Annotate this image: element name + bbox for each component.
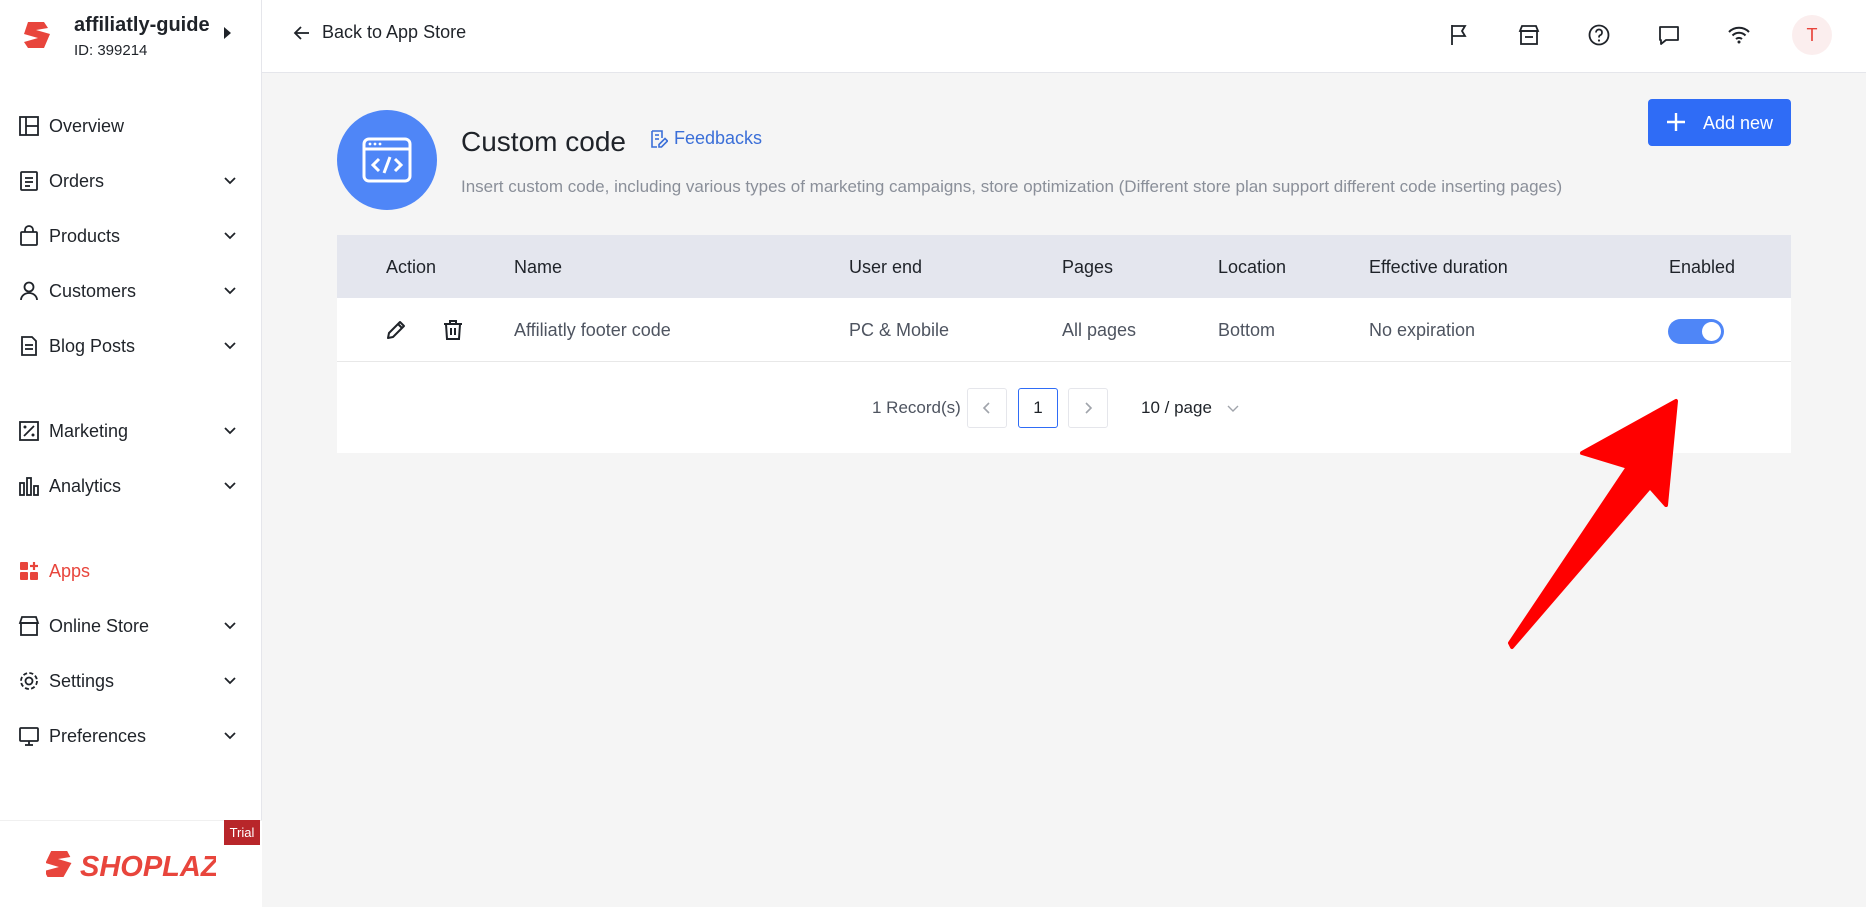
- plus-icon: [1667, 113, 1685, 131]
- page-title: Custom code: [461, 126, 626, 157]
- back-to-app-store-link[interactable]: Back to App Store: [292, 22, 466, 43]
- overview-icon: [19, 116, 39, 136]
- row-user-end: PC & Mobile: [849, 320, 950, 340]
- products-icon: [20, 225, 38, 246]
- sidebar-item-label: Products: [49, 225, 121, 246]
- chevron-down-icon: [224, 677, 236, 685]
- feedbacks-label: Feedbacks: [674, 128, 763, 148]
- brand-footer: SHOPLAZZA: [0, 820, 262, 907]
- sidebar-item-label: Blog Posts: [49, 335, 136, 356]
- sidebar-item-label: Customers: [49, 280, 137, 301]
- preferences-icon: [19, 727, 39, 746]
- chat-icon[interactable]: [1656, 22, 1682, 48]
- sidebar-item-label: Settings: [49, 670, 115, 691]
- column-header-user-end: User end: [849, 257, 923, 277]
- caret-right-icon[interactable]: [224, 27, 231, 39]
- column-header-pages: Pages: [1062, 257, 1114, 277]
- back-label: Back to App Store: [322, 22, 467, 42]
- sidebar-item-products[interactable]: Products: [0, 213, 262, 259]
- sidebar-item-overview[interactable]: Overview: [0, 103, 262, 149]
- row-location: Bottom: [1218, 320, 1276, 340]
- analytics-icon: [19, 477, 39, 496]
- brand-wordmark: SHOPLAZZA: [80, 851, 216, 883]
- settings-icon: [20, 672, 38, 690]
- chevron-down-icon: [224, 622, 236, 630]
- previous-page-button[interactable]: [967, 388, 1007, 428]
- sidebar-item-apps[interactable]: Apps: [0, 548, 262, 594]
- table-header: Action Name User end Pages Location Effe…: [337, 235, 1791, 298]
- toggle-knob: [1702, 322, 1721, 341]
- sidebar-item-settings[interactable]: Settings: [0, 658, 262, 704]
- store-name: affiliatly-guide: [74, 14, 210, 36]
- customers-icon: [20, 281, 38, 301]
- row-duration: No expiration: [1369, 320, 1476, 340]
- page-button-current[interactable]: 1: [1018, 388, 1058, 428]
- wifi-icon[interactable]: [1726, 22, 1752, 48]
- chevron-right-icon: [1085, 402, 1093, 414]
- add-new-label: Add new: [1703, 113, 1774, 133]
- chevron-down-icon: [224, 732, 236, 740]
- flag-icon[interactable]: [1446, 22, 1472, 48]
- orders-icon: [20, 171, 38, 191]
- sidebar-item-analytics[interactable]: Analytics: [0, 463, 262, 509]
- record-count: 1 Record(s): [872, 398, 961, 417]
- column-header-action: Action: [386, 257, 437, 277]
- chevron-left-icon: [982, 402, 990, 414]
- table-row: Affiliatly footer code PC & Mobile All p…: [337, 298, 1791, 362]
- edit-pencil-icon[interactable]: [384, 318, 408, 342]
- chevron-down-icon: [224, 342, 236, 350]
- column-header-name: Name: [514, 257, 563, 277]
- add-new-button[interactable]: Add new: [1648, 99, 1791, 146]
- sidebar-item-preferences[interactable]: Preferences: [0, 713, 262, 759]
- sidebar-item-label: Apps: [49, 560, 91, 581]
- chevron-down-icon: [224, 232, 236, 240]
- avatar[interactable]: T: [1792, 15, 1832, 55]
- trial-badge: Trial: [224, 820, 260, 845]
- chevron-down-icon: [224, 482, 236, 490]
- edit-document-icon: [651, 129, 668, 148]
- app-icon: [337, 110, 437, 210]
- next-page-button[interactable]: [1068, 388, 1108, 428]
- delete-trash-icon[interactable]: [441, 318, 465, 342]
- sidebar-item-label: Overview: [49, 115, 125, 136]
- apps-icon: [20, 562, 38, 580]
- sidebar-item-customers[interactable]: Customers: [0, 268, 262, 314]
- annotation-arrow: [1508, 399, 1678, 649]
- chevron-down-icon: [224, 177, 236, 185]
- store-id: ID: 399214: [74, 42, 148, 59]
- sidebar-item-label: Preferences: [49, 725, 147, 746]
- top-bar: Back to App Store T: [262, 0, 1866, 73]
- enabled-toggle[interactable]: [1668, 319, 1724, 344]
- code-window-icon: [362, 137, 412, 183]
- sidebar-item-online-store[interactable]: Online Store: [0, 603, 262, 649]
- row-pages: All pages: [1062, 320, 1137, 340]
- column-header-location: Location: [1218, 257, 1287, 277]
- row-name: Affiliatly footer code: [514, 320, 671, 340]
- feedbacks-link[interactable]: Feedbacks: [648, 128, 762, 149]
- chevron-down-icon: [224, 287, 236, 295]
- help-icon[interactable]: [1586, 22, 1612, 48]
- store-icon[interactable]: [1516, 22, 1542, 48]
- sidebar: affiliatly-guide ID: 399214 Overview Ord…: [0, 0, 262, 907]
- column-header-enabled: Enabled: [1669, 257, 1736, 277]
- store-switcher[interactable]: affiliatly-guide ID: 399214: [0, 0, 262, 74]
- sidebar-item-blog-posts[interactable]: Blog Posts: [0, 323, 262, 369]
- online-store-icon: [18, 616, 40, 636]
- blog-posts-icon: [21, 336, 37, 356]
- sidebar-item-label: Online Store: [49, 615, 150, 636]
- sidebar-item-label: Orders: [49, 170, 105, 191]
- sidebar-item-orders[interactable]: Orders: [0, 158, 262, 204]
- shoplazza-logo-icon: [24, 22, 50, 48]
- page-size-select[interactable]: 10 / page: [1141, 398, 1240, 418]
- shoplazza-wordmark-logo: SHOPLAZZA: [46, 851, 216, 883]
- page-size-value: 10 / page: [1141, 398, 1212, 417]
- chevron-down-icon: [1227, 405, 1239, 412]
- sidebar-item-label: Analytics: [49, 475, 122, 496]
- arrow-left-icon: [293, 25, 309, 40]
- app-description: Insert custom code, including various ty…: [461, 177, 1563, 196]
- column-header-effective-duration: Effective duration: [1369, 257, 1508, 277]
